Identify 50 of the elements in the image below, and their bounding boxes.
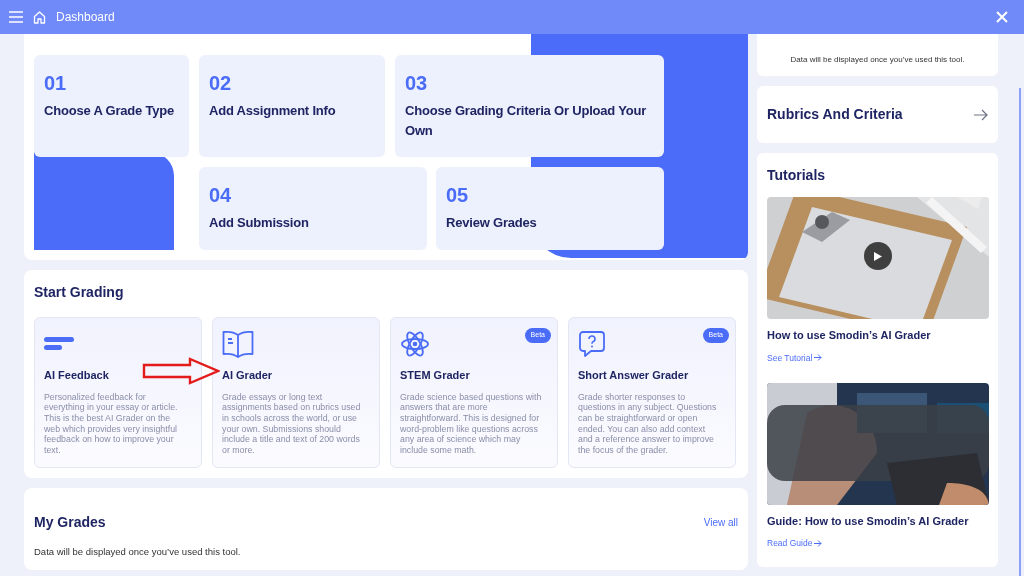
section-title: My Grades	[34, 513, 106, 532]
tool-title: AI Grader	[222, 368, 274, 383]
empty-message: Data will be displayed once you’ve used this tool.	[34, 545, 242, 559]
tool-description: Grade essays or long text assignments based on rubrics used in schools across the world, or use your own. Submissions should include a title and text of 200 words or more.	[222, 391, 362, 456]
tool-card[interactable]: AI Grader Grade essays or long text assignments based on rubrics used in schools across the world, or use your own. Submissions should include a title and text of 200 words or more.	[212, 317, 380, 468]
step-title: Add Submission	[209, 214, 310, 232]
tutorial-link[interactable]: See Tutorial	[767, 351, 823, 365]
step-title: Review Grades	[446, 214, 538, 232]
play-icon	[874, 251, 882, 261]
step-card[interactable]: 04 Add Submission	[199, 167, 427, 250]
step-card[interactable]: 05 Review Grades	[436, 167, 664, 250]
home-icon[interactable]	[33, 10, 46, 24]
empty-message: Data will be displayed once you’ve used this tool.	[790, 54, 965, 66]
step-title: Choose A Grade Type	[44, 102, 176, 120]
menu-icon[interactable]	[9, 11, 23, 23]
book-icon	[222, 329, 254, 358]
section-title: Tutorials	[767, 166, 827, 185]
tool-description: Grade science based questions with answers that are more straightforward. This is designed for word-problem like questions across any area of science which may include some math.	[400, 391, 543, 456]
step-card[interactable]: 02 Add Assignment Info	[199, 55, 385, 157]
tool-title: AI Feedback	[44, 368, 110, 383]
step-number: 02	[209, 71, 233, 95]
page-title: Dashboard	[56, 9, 115, 26]
section-title: Start Grading	[34, 283, 125, 302]
tool-description: Personalized feedback for everything in your essay or article. This is the best AI Grader on the web which provides very insightful feedback on how to improve your text.	[44, 391, 179, 456]
tool-title: Short Answer Grader	[578, 368, 690, 383]
text-lines-icon	[44, 336, 74, 351]
tool-description: Grade shorter responses to questions in any subject. Questions can be straightforward or open ended. You can also add context and a reference answer to improve the focus of the grader.	[578, 391, 718, 456]
view-all-link[interactable]: View all	[703, 515, 738, 530]
tutorial-title: Guide: How to use Smodin’s AI Grader	[767, 513, 970, 529]
tool-card[interactable]: AI Feedback Personalized feedback for everything in your essay or article. This is the best AI Grader on the web which provides very insightful feedback on how to improve your text.	[34, 317, 202, 468]
step-title: Choose Grading Criteria Or Upload Your Own	[405, 102, 648, 140]
arrow-right-icon	[974, 108, 988, 121]
step-card[interactable]: 03 Choose Grading Criteria Or Upload Your Own	[395, 55, 664, 157]
tool-title: STEM Grader	[400, 368, 471, 383]
tutorial-title: How to use Smodin’s AI Grader	[767, 328, 932, 343]
step-number: 01	[44, 71, 68, 95]
rubrics-card[interactable]: Rubrics And Criteria	[757, 86, 998, 143]
step-number: 04	[209, 183, 233, 207]
step-title: Add Assignment Info	[209, 102, 337, 120]
tool-card[interactable]	[568, 317, 736, 468]
arrow-right-icon	[814, 354, 823, 362]
card-title: Rubrics And Criteria	[767, 105, 903, 124]
question-bubble-icon	[578, 329, 606, 358]
arrow-right-icon	[814, 539, 823, 547]
step-number: 03	[405, 71, 429, 95]
close-icon[interactable]	[996, 11, 1008, 23]
tutorial-link[interactable]: Read Guide	[767, 537, 823, 550]
step-card[interactable]: 01 Choose A Grade Type	[34, 55, 189, 157]
scrollbar[interactable]	[1019, 88, 1021, 576]
step-number: 05	[446, 183, 470, 207]
